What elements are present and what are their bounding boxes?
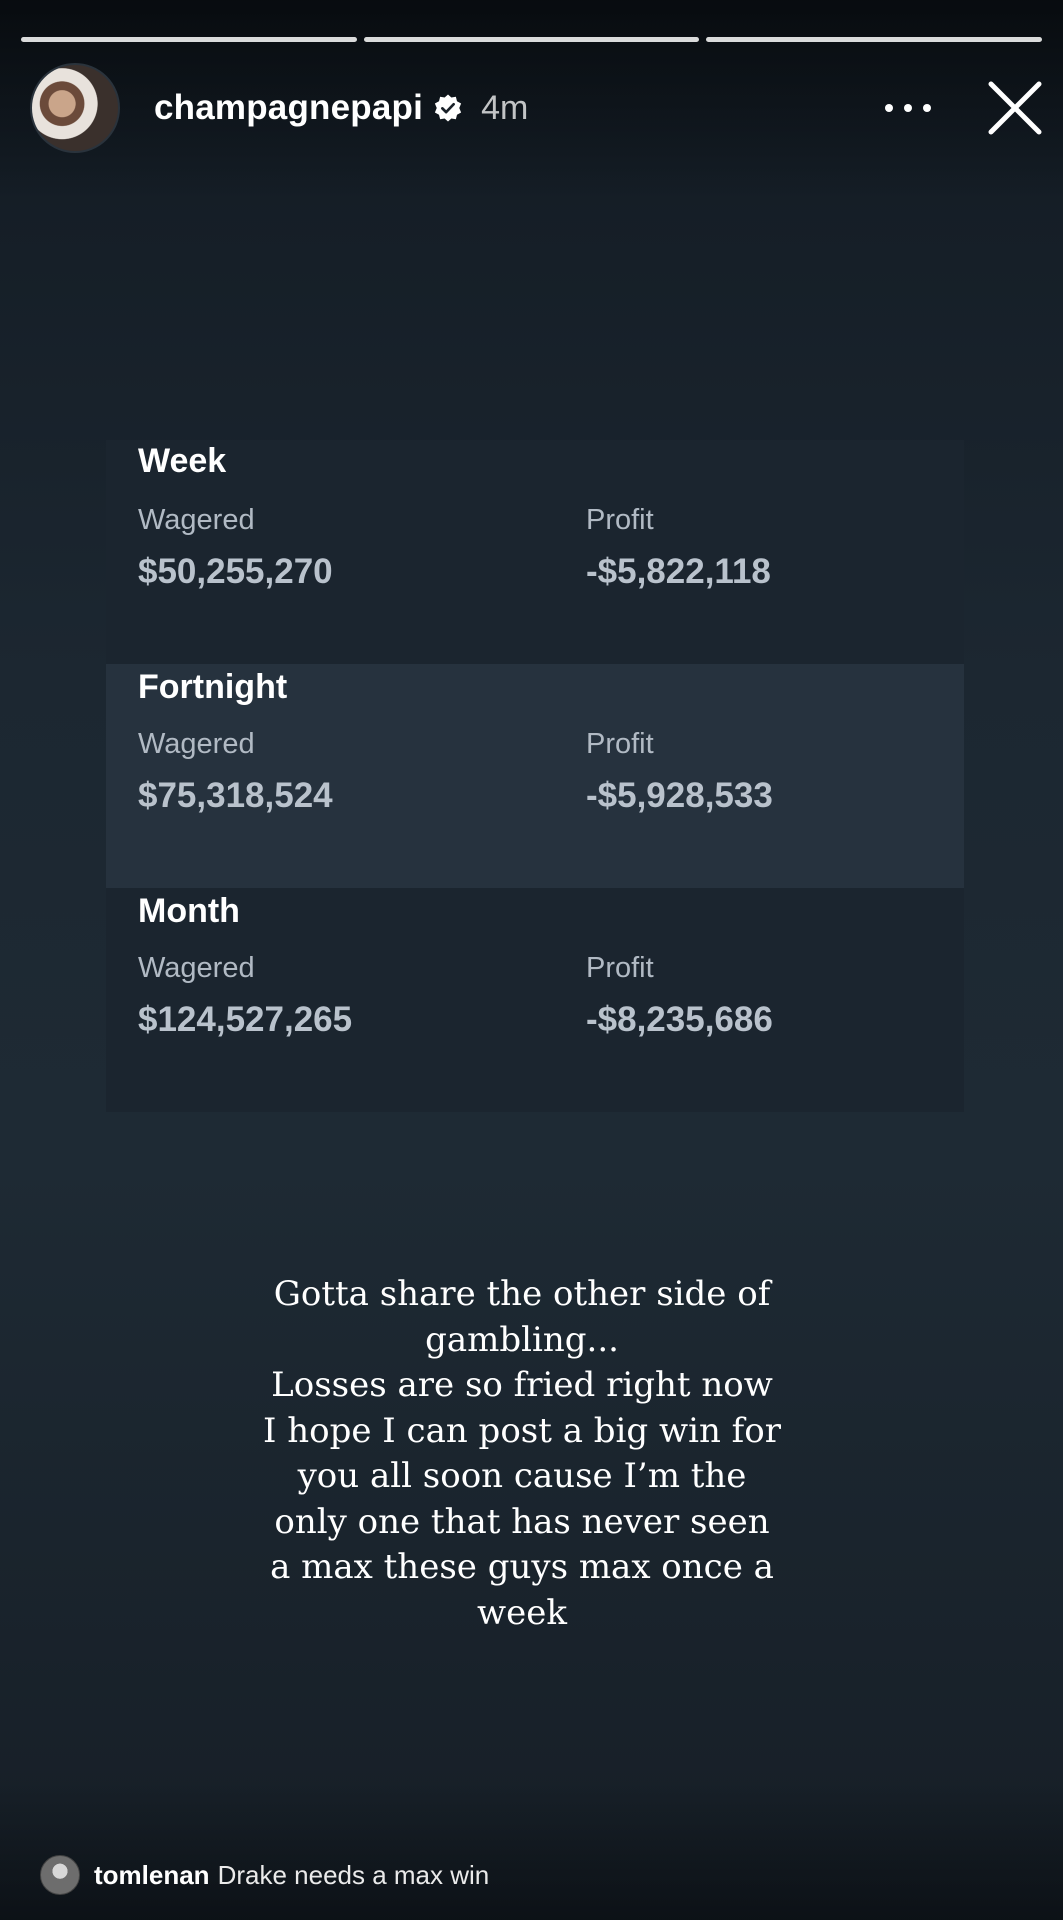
dot [904, 104, 912, 112]
more-options-icon[interactable] [885, 88, 931, 128]
wagered-value: $124,527,265 [138, 1000, 353, 1039]
stats-period-fortnight: Fortnight Wagered Profit $75,318,524 -$5… [106, 664, 964, 888]
story-caption: Gotta share the other side of gambling..… [263, 1274, 781, 1633]
progress-segment [21, 37, 357, 42]
profit-label: Profit [586, 952, 654, 984]
story-header: champagnepapi 4m [30, 62, 1043, 154]
period-title: Week [138, 442, 227, 480]
profit-label: Profit [586, 728, 654, 760]
reply-avatar[interactable] [40, 1855, 80, 1895]
profit-value: -$8,235,686 [586, 1000, 773, 1039]
verified-badge-icon [434, 94, 462, 122]
period-title: Month [138, 892, 240, 930]
wagered-label: Wagered [138, 504, 255, 536]
reply-mention[interactable]: tomlenan Drake needs a max win [40, 1855, 489, 1895]
profit-label: Profit [586, 504, 654, 536]
stats-period-month: Month Wagered Profit $124,527,265 -$8,23… [106, 888, 964, 1112]
profit-value: -$5,822,118 [586, 552, 771, 591]
progress-segment [363, 37, 700, 42]
wagered-label: Wagered [138, 728, 255, 760]
close-icon[interactable] [987, 80, 1043, 136]
wagered-label: Wagered [138, 952, 255, 984]
profit-value: -$5,928,533 [586, 776, 773, 815]
reply-username[interactable]: tomlenan [94, 1860, 210, 1891]
post-time: 4m [481, 88, 529, 127]
betting-stats-panel: Week Wagered Profit $50,255,270 -$5,822,… [106, 440, 964, 1112]
profile-avatar[interactable] [30, 63, 120, 153]
story-progress-bar [21, 37, 1043, 42]
reply-text: Drake needs a max win [217, 1859, 490, 1890]
story-viewer[interactable]: champagnepapi 4m Week Wagered Profit $50… [0, 0, 1063, 1920]
username[interactable]: champagnepapi [154, 88, 423, 128]
progress-segment [706, 37, 1043, 42]
period-title: Fortnight [138, 668, 288, 706]
stats-period-week: Week Wagered Profit $50,255,270 -$5,822,… [106, 440, 964, 664]
dot [885, 104, 893, 112]
bottom-gradient [0, 1780, 1063, 1920]
dot [923, 104, 931, 112]
wagered-value: $75,318,524 [138, 776, 333, 815]
wagered-value: $50,255,270 [138, 552, 333, 591]
